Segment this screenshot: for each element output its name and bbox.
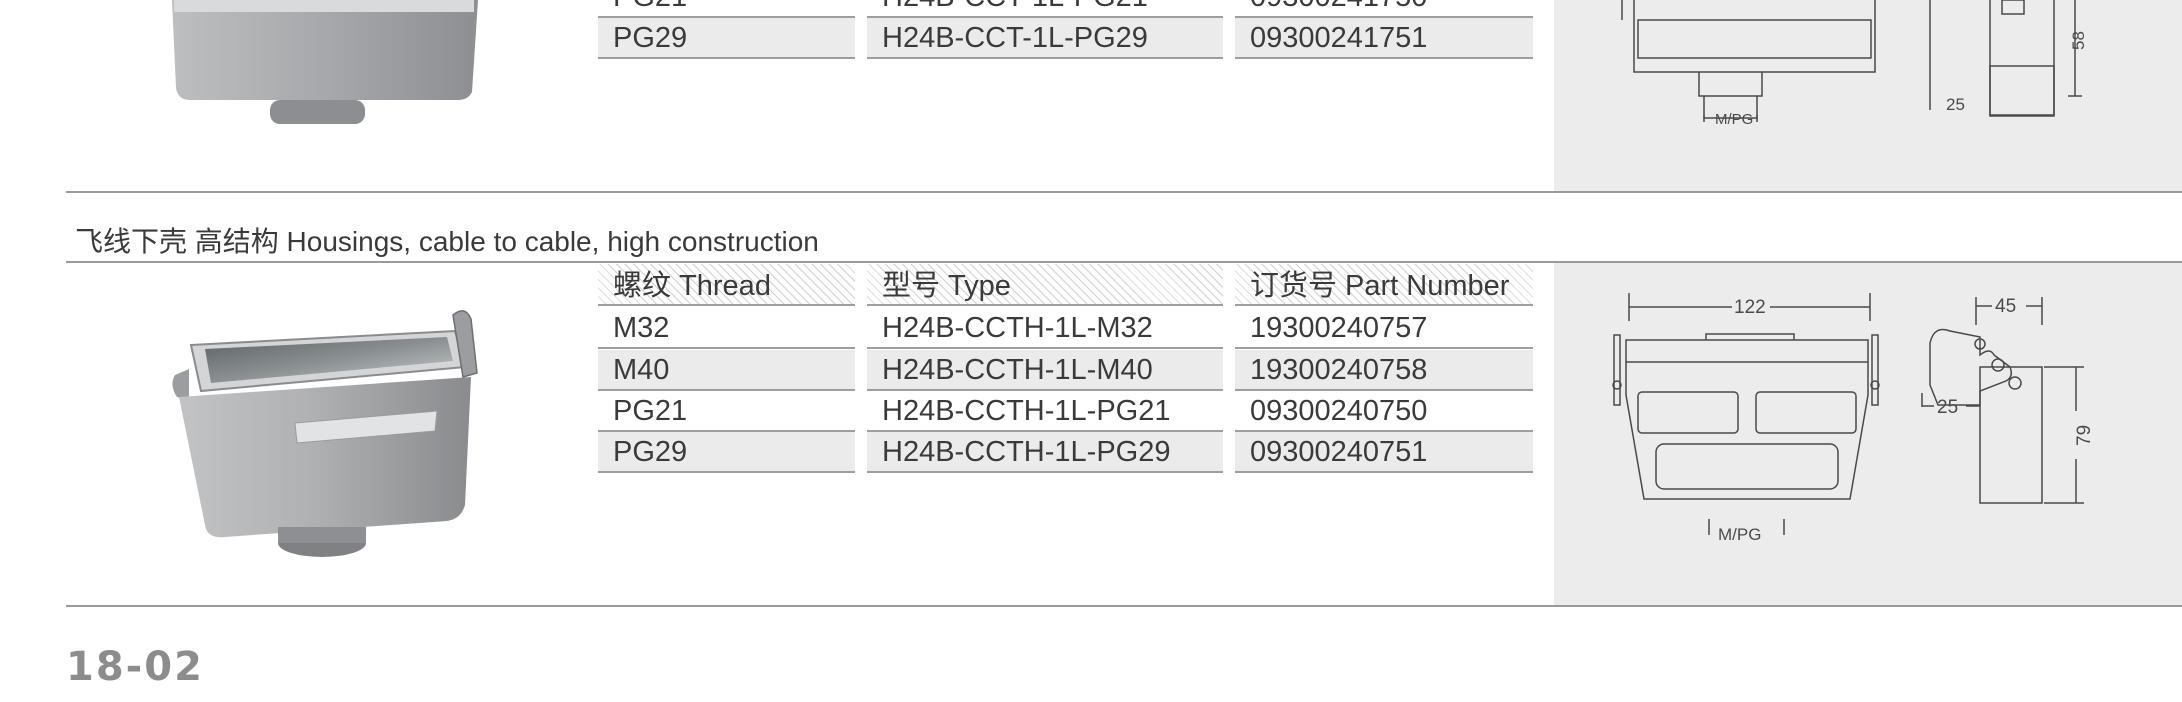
top-drawing-thread-label: M/PG: [1715, 111, 1753, 128]
row-thread: M40: [598, 350, 855, 391]
section-divider: [66, 191, 2182, 193]
top-technical-drawing: M/PG 25 58: [1621, 0, 2088, 128]
row-type: H24B-CCTH-1L-M40: [867, 350, 1223, 391]
page-number: 18-02: [66, 644, 204, 690]
top-housing-photo: [172, 0, 478, 124]
drawing-side-label: 25: [1937, 397, 1958, 418]
row-type: H24B-CCTH-1L-PG21: [867, 391, 1223, 432]
top-row-part-number: 09300241750: [1235, 0, 1533, 18]
top-row-type: H24B-CCT-1L-PG21: [867, 0, 1223, 18]
drawing-width-label: 45: [1995, 296, 2016, 317]
drawing-length-label: 122: [1734, 297, 1766, 318]
row-part-number: 19300240757: [1235, 308, 1533, 349]
header-thread: 螺纹 Thread: [598, 264, 855, 306]
row-part-number: 09300240751: [1235, 432, 1533, 473]
row-part-number: 19300240758: [1235, 350, 1533, 391]
header-type: 型号 Type: [867, 264, 1223, 306]
row-type: H24B-CCTH-1L-PG29: [867, 432, 1223, 473]
bottom-divider: [66, 605, 2182, 607]
row-thread: PG21: [598, 391, 855, 432]
section-title: 飞线下壳 高结构 Housings, cable to cable, high …: [75, 226, 819, 257]
drawing-thread-label: M/PG: [1718, 525, 1761, 544]
row-thread: PG29: [598, 432, 855, 473]
housing-photo: [172, 310, 478, 557]
drawing-height-label: 79: [2074, 425, 2095, 446]
top-row-thread: PG29: [598, 18, 855, 59]
top-drawing-width-label: 25: [1946, 95, 1965, 114]
top-row-part-number: 09300241751: [1235, 18, 1533, 59]
top-row-thread: PG21: [598, 0, 855, 18]
top-row-type: H24B-CCT-1L-PG29: [867, 18, 1223, 59]
header-part-number: 订货号 Part Number: [1235, 264, 1533, 306]
top-drawing-height-label: 58: [2069, 31, 2088, 50]
row-type: H24B-CCTH-1L-M32: [867, 308, 1223, 349]
row-part-number: 09300240750: [1235, 391, 1533, 432]
row-thread: M32: [598, 308, 855, 349]
technical-drawing: 122 45 25 M/PG 79: [1612, 293, 2095, 544]
